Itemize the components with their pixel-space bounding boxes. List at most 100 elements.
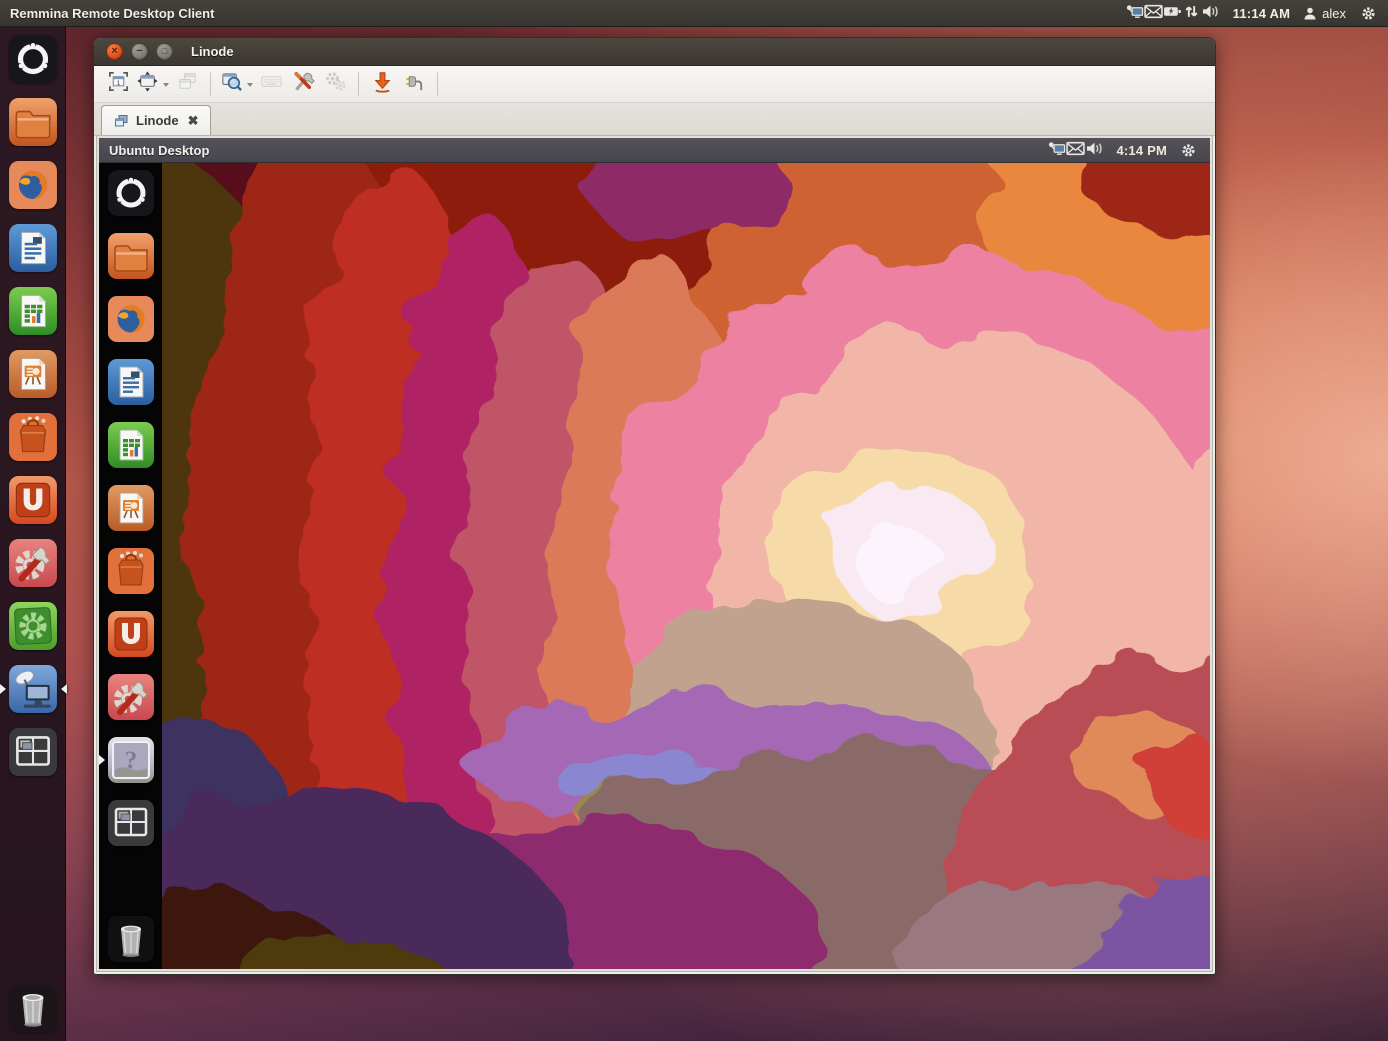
window-close[interactable]: ×: [106, 43, 123, 60]
launcher-icon: [107, 232, 155, 280]
remote-launcher-item-workspace-switcher[interactable]: [107, 799, 155, 847]
launcher-icon: [107, 673, 155, 721]
remote-launcher-item-help[interactable]: ?: [107, 736, 155, 784]
toolbar-button-fullscreen[interactable]: [134, 70, 171, 98]
remote-launcher-item-libreoffice-impress[interactable]: [107, 484, 155, 532]
indicator-network-sync[interactable]: [1182, 4, 1201, 19]
remote-session-viewport: Ubuntu Desktop 4:14 PM: [97, 136, 1212, 971]
remote-launcher-item-system-settings[interactable]: [107, 673, 155, 721]
window-titlebar[interactable]: ×−□ Linode: [94, 38, 1215, 66]
host-launcher-item-home-folder[interactable]: [8, 97, 58, 147]
remote-launcher-item-software-center[interactable]: [107, 547, 155, 595]
indicator-battery[interactable]: [1163, 4, 1182, 19]
host-top-panel: Remmina Remote Desktop Client 11:14 AM a…: [0, 0, 1388, 27]
remote-session-gear-icon[interactable]: [1179, 143, 1198, 158]
launcher-icon: [107, 169, 155, 217]
remote-desktop-body: ?: [99, 163, 1210, 969]
toolbar-icon: [371, 70, 394, 98]
launcher-icon: [8, 160, 58, 210]
host-launcher-item-libreoffice-calc[interactable]: [8, 286, 58, 336]
remote-tray-icons: [1047, 141, 1104, 159]
host-launcher-item-ubuntu-dash[interactable]: [8, 34, 58, 84]
launcher-icon: [107, 484, 155, 532]
remote-indicator-volume[interactable]: [1085, 141, 1104, 156]
remote-indicator-area: 4:14 PM: [1047, 141, 1198, 159]
remote-launcher-item-ubuntu-one[interactable]: [107, 610, 155, 658]
launcher-icon: [8, 349, 58, 399]
launcher-icon: [8, 664, 58, 714]
remote-launcher-item-firefox[interactable]: [107, 295, 155, 343]
launcher-icon: [8, 286, 58, 336]
launcher-icon: [107, 547, 155, 595]
host-launcher-item-software-center[interactable]: [8, 412, 58, 462]
remote-launcher-item-trash[interactable]: [107, 915, 155, 963]
host-clock[interactable]: 11:14 AM: [1233, 6, 1290, 21]
host-indicator-area: 11:14 AM alex: [1125, 4, 1378, 22]
host-launcher-item-remmina[interactable]: [8, 664, 58, 714]
toolbar-icon: [403, 70, 426, 98]
host-launcher-item-system-settings[interactable]: [8, 538, 58, 588]
connection-tabbar: Linode ✖: [94, 103, 1215, 136]
toolbar-button-switch-tab-pages[interactable]: [171, 70, 203, 98]
window-maximize[interactable]: □: [156, 43, 173, 60]
user-menu[interactable]: alex: [1303, 6, 1346, 21]
toolbar-icon: [136, 70, 159, 98]
toolbar-button-tools[interactable]: [319, 70, 351, 98]
remote-indicator-mail[interactable]: [1066, 141, 1085, 156]
toolbar-separator: [358, 72, 359, 96]
toolbar-button-resize-to-fit[interactable]: 1: [102, 70, 134, 98]
launcher-icon: [8, 223, 58, 273]
tab-close-icon[interactable]: ✖: [188, 113, 199, 129]
host-launcher-item-libreoffice-impress[interactable]: [8, 349, 58, 399]
launcher-icon: [8, 727, 58, 777]
tab-windows-icon: [113, 113, 129, 129]
launcher-icon: [8, 412, 58, 462]
toolbar-button-disconnect[interactable]: [398, 70, 430, 98]
launcher-icon: [8, 601, 58, 651]
remote-launcher-item-home-folder[interactable]: [107, 232, 155, 280]
toolbar-button-scaled-mode[interactable]: [218, 70, 255, 98]
host-tray-icons: [1125, 4, 1220, 22]
launcher-icon: [8, 97, 58, 147]
window-minimize[interactable]: −: [131, 43, 148, 60]
tab-label: Linode: [136, 113, 179, 128]
remote-indicator-remote-desktop[interactable]: [1047, 141, 1066, 156]
tab-linode[interactable]: Linode ✖: [101, 105, 211, 135]
launcher-icon: [107, 610, 155, 658]
window-controls: ×−□: [106, 43, 173, 60]
launcher-icon: [107, 799, 155, 847]
toolbar-button-minimize-window[interactable]: [366, 70, 398, 98]
svg-text:?: ?: [124, 747, 137, 774]
toolbar-icon: [220, 70, 243, 98]
toolbar-button-grab-keyboard[interactable]: [255, 70, 287, 98]
indicator-volume[interactable]: [1201, 4, 1220, 19]
remmina-toolbar: 1: [94, 66, 1215, 103]
host-launcher-item-firefox[interactable]: [8, 160, 58, 210]
posterized-wallpaper-art: [162, 163, 1210, 969]
host-launcher-item-software-updater[interactable]: [8, 601, 58, 651]
remote-top-panel: Ubuntu Desktop 4:14 PM: [99, 138, 1210, 163]
host-launcher-item-trash[interactable]: [8, 983, 58, 1033]
session-gear-icon[interactable]: [1359, 6, 1378, 21]
remote-launcher-item-libreoffice-calc[interactable]: [107, 421, 155, 469]
window-title: Linode: [191, 44, 234, 59]
host-launcher-item-libreoffice-writer[interactable]: [8, 223, 58, 273]
remote-clock[interactable]: 4:14 PM: [1116, 143, 1167, 158]
indicator-remote-desktop[interactable]: [1125, 4, 1144, 19]
toolbar-button-preferences[interactable]: [287, 70, 319, 98]
indicator-mail[interactable]: [1144, 4, 1163, 19]
remote-launcher-item-libreoffice-writer[interactable]: [107, 358, 155, 406]
launcher-icon: [8, 34, 58, 84]
remmina-window: ×−□ Linode 1: [93, 37, 1216, 975]
host-launcher-item-ubuntu-one[interactable]: [8, 475, 58, 525]
remote-unity-launcher: ?: [99, 163, 162, 969]
toolbar-icon: [260, 70, 283, 98]
launcher-icon: [8, 475, 58, 525]
host-launcher-item-workspace-switcher[interactable]: [8, 727, 58, 777]
remote-launcher-item-ubuntu-dash[interactable]: [107, 169, 155, 217]
toolbar-separator: [437, 72, 438, 96]
dropdown-caret-icon: [247, 83, 253, 90]
remote-desktop-wallpaper[interactable]: [162, 163, 1210, 969]
toolbar-icon: [324, 70, 347, 98]
launcher-icon: [107, 295, 155, 343]
